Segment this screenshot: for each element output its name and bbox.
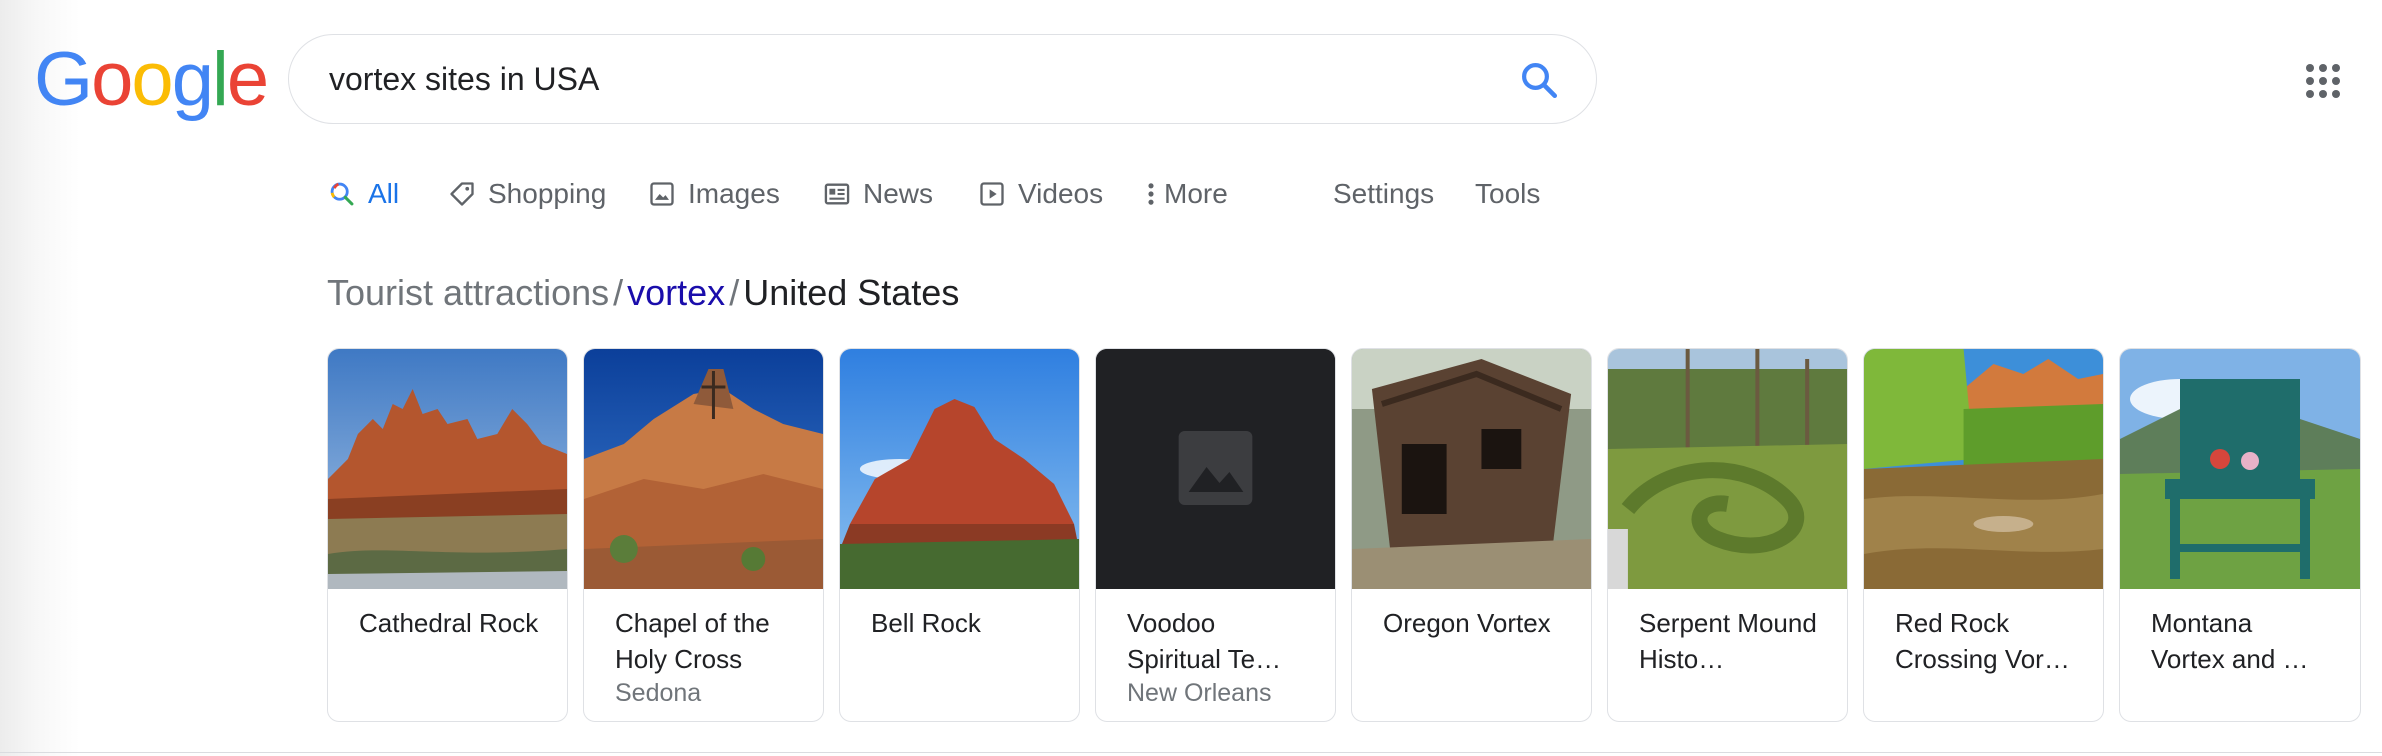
tab-label: News (863, 178, 934, 209)
google-logo[interactable]: Google (34, 37, 269, 122)
logo-letter: l (211, 37, 229, 122)
attraction-card-bell-rock[interactable]: Bell Rock (839, 348, 1080, 722)
logo-letter: e (226, 37, 269, 122)
logo-letter: o (131, 37, 173, 122)
logo-letter: G (34, 37, 93, 122)
breadcrumb-separator: / (613, 272, 624, 313)
attraction-card-montana-vortex[interactable]: Montana Vortex and … (2119, 348, 2361, 722)
breadcrumb-vortex[interactable]: vortex (627, 272, 725, 313)
card-title: Oregon Vortex (1383, 608, 1551, 638)
tab-label: Videos (1018, 178, 1104, 209)
image-icon (650, 182, 674, 206)
red-rock-formation-photo (328, 349, 567, 589)
tab-label: Images (688, 178, 780, 209)
tab-settings[interactable]: Settings (1333, 174, 1434, 214)
attraction-card-cathedral-rock[interactable]: Cathedral Rock (327, 348, 568, 722)
tab-news[interactable]: News (823, 174, 933, 214)
leaning-wooden-shack-photo (1352, 349, 1591, 589)
card-title: Cathedral Rock (359, 608, 539, 638)
newspaper-icon (824, 183, 850, 205)
attraction-card-voodoo-spiritual-temple[interactable]: Voodoo Spiritual Te… New Orleans (1095, 348, 1336, 722)
card-title: Chapel of the Holy Cross (615, 608, 770, 674)
chapel-on-rocks-photo (584, 349, 823, 589)
play-icon (980, 182, 1004, 206)
tab-all[interactable]: All (328, 174, 399, 214)
tab-label: Tools (1475, 178, 1541, 209)
tab-label: More (1164, 178, 1228, 209)
tab-label: Shopping (488, 178, 607, 209)
search-box[interactable]: vortex sites in USA (288, 34, 1597, 124)
breadcrumb-tourist-attractions[interactable]: Tourist attractions (327, 272, 609, 313)
butte-blue-sky-photo (840, 349, 1079, 589)
tab-label: All (368, 178, 400, 209)
tab-more[interactable]: More (1144, 174, 1228, 214)
breadcrumb: Tourist attractions / vortex / United States (327, 272, 959, 314)
divider (0, 752, 2382, 753)
image-placeholder-icon (1096, 349, 1335, 589)
attraction-card-red-rock-crossing[interactable]: Red Rock Crossing Vor… (1863, 348, 2104, 722)
logo-letter: o (91, 37, 133, 122)
grassy-mound-photo (1608, 349, 1847, 589)
tab-shopping[interactable]: Shopping (448, 174, 606, 214)
search-input[interactable]: vortex sites in USA (329, 61, 599, 98)
card-title: Red Rock Crossing Vor… (1895, 608, 2070, 674)
tag-icon (450, 182, 474, 206)
giant-green-chair-photo (2120, 349, 2360, 589)
image-placeholder (1096, 349, 1335, 589)
attraction-card-serpent-mound[interactable]: Serpent Mound Histo… (1607, 348, 1848, 722)
search-icon (330, 182, 354, 206)
breadcrumb-separator: / (729, 272, 740, 313)
tab-label: Settings (1333, 178, 1435, 209)
more-vertical-icon (1148, 183, 1154, 205)
tab-videos[interactable]: Videos (978, 174, 1103, 214)
card-title: Bell Rock (871, 608, 981, 638)
attraction-card-oregon-vortex[interactable]: Oregon Vortex (1351, 348, 1592, 722)
apps-grid-icon[interactable] (2306, 64, 2340, 98)
attraction-card-chapel-of-the-holy-cross[interactable]: Chapel of the Holy Cross Sedona (583, 348, 824, 722)
card-subtitle: New Orleans (1127, 679, 1272, 707)
tab-tools[interactable]: Tools (1475, 174, 1540, 214)
search-icon[interactable] (1518, 59, 1560, 101)
card-title: Montana Vortex and … (2151, 608, 2309, 674)
tab-images[interactable]: Images (648, 174, 780, 214)
logo-letter: g (171, 37, 214, 122)
breadcrumb-united-states: United States (743, 272, 960, 313)
card-title: Voodoo Spiritual Te… (1127, 608, 1282, 674)
creek-red-rocks-photo (1864, 349, 2103, 589)
card-subtitle: Sedona (615, 679, 702, 707)
card-title: Serpent Mound Histo… (1639, 608, 1817, 674)
